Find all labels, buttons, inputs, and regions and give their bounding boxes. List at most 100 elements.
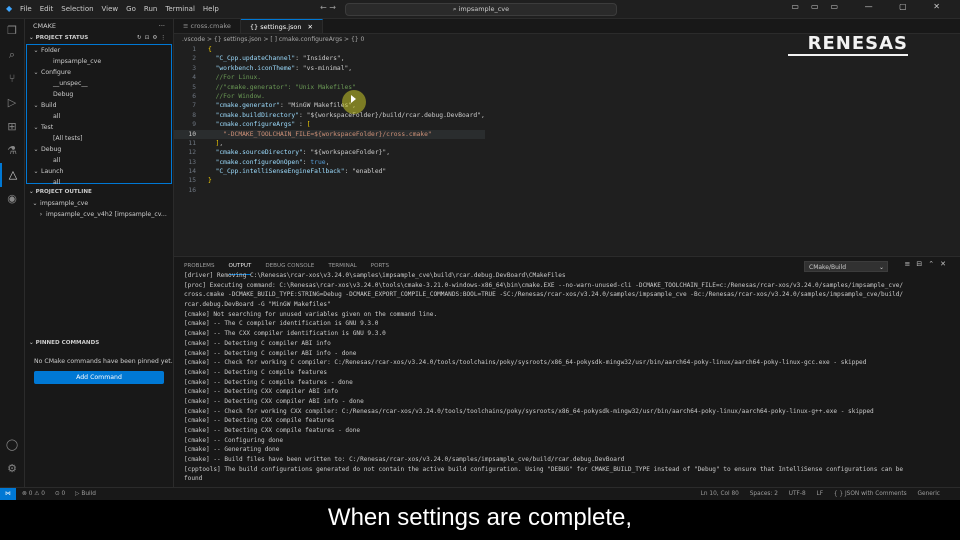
code-line[interactable]: 3 "workbench.iconTheme": "vs-minimal", [174,64,485,73]
status-ports[interactable]: ⊙ 0 [55,491,65,497]
line-number: 16 [188,186,196,194]
code-line[interactable]: 7 "cmake.generator": "MinGW Makefiles", [174,101,485,110]
status-problems[interactable]: ⊗ 0 ⚠ 0 [22,491,45,497]
testing-icon[interactable]: ⚗ [0,139,24,163]
code-line[interactable]: 9 "cmake.configureArgs" : [ [174,120,485,129]
output-line: [cmake] -- Build files have been written… [184,456,625,464]
code-text: "cmake.configureOnOpen": true, [215,158,330,166]
status-tree-label: all [53,157,61,164]
line-number: 9 [192,121,196,129]
line-number: 15 [188,177,196,185]
status-tree-label: Folder [41,47,61,54]
status-eol[interactable]: LF [816,491,823,497]
add-command-button[interactable]: Add Command [34,371,164,384]
code-line[interactable]: 4 //For Linux. [174,73,485,82]
menu-terminal[interactable]: Terminal [165,5,195,13]
code-text: //For Linux. [208,74,262,82]
explorer-icon[interactable]: ❐ [0,19,24,43]
status-tree-item[interactable]: __unspec__ [27,78,171,89]
status-tree-label: Test [41,124,54,131]
menu-view[interactable]: View [102,5,119,13]
outline-tree-label: impsample_cve [40,200,89,207]
window-controls-icon[interactable]: ▭▭▭ — ▢ ✕ [791,2,952,11]
status-indentation[interactable]: Spaces: 2 [750,491,778,497]
code-line[interactable]: 12 "cmake.sourceDirectory": "${workspace… [174,148,485,157]
editor-area: ≡ cross.cmake {} settings.json ✕ .vscode … [174,19,960,255]
status-tree-label: Debug [41,146,62,153]
account-icon[interactable]: ◯ [0,433,24,457]
chevron-down-icon: ⌄ [33,47,39,54]
status-build[interactable]: ▷ Build [75,491,96,497]
menu-edit[interactable]: Edit [40,5,54,13]
more-actions-icon[interactable]: ··· [159,19,165,33]
outline-tree-item[interactable]: ⌄ impsample_cve [25,198,173,209]
status-language[interactable]: { } JSON with Comments [834,491,907,497]
status-tree-item[interactable]: ⌄ Debug [27,144,171,155]
status-tree-item[interactable]: ⌄ Configure [27,67,171,78]
code-line[interactable]: 2 "C_Cpp.updateChannel": "Insiders", [174,54,485,63]
menu-bar: File Edit Selection View Go Run Terminal Help [20,5,227,13]
source-control-icon[interactable]: ⑂ [0,67,24,91]
code-line[interactable]: 11 ], [174,139,485,148]
pinned-empty-message: No CMake commands have been pinned yet. [34,358,173,365]
command-center-search[interactable]: ⌕ impsample_cve [345,3,617,16]
code-text: "C_Cpp.updateChannel": "Insiders", [215,55,345,63]
code-line[interactable]: 5 //"cmake.generator": "Unix Makefiles" [174,83,485,92]
cmake-icon[interactable]: △ [0,163,24,187]
renesas-logo: RENESAS [807,33,908,54]
menu-selection[interactable]: Selection [61,5,93,13]
code-line[interactable]: 15} [174,176,485,185]
code-text: "cmake.buildDirectory": "${workspaceFold… [215,111,485,119]
line-number: 6 [192,92,196,100]
search-icon[interactable]: ⌕ [0,43,24,67]
chevron-down-icon: ⌄ [29,35,36,41]
code-line[interactable]: 1{ [174,45,485,54]
nav-arrows-icon[interactable]: ← → [320,3,336,12]
code-text: "workbench.iconTheme": "vs-minimal", [215,64,353,72]
status-tree-item[interactable]: Debug [27,89,171,100]
status-tree-item[interactable]: all [27,155,171,166]
status-tree-label: Configure [41,69,71,76]
menu-run[interactable]: Run [144,5,157,13]
status-encoding[interactable]: UTF-8 [789,491,806,497]
project-outline-header[interactable]: ⌄ PROJECT OUTLINE [25,187,173,198]
status-tree-item[interactable]: ⌄ Build [27,100,171,111]
project-status-toolbar-icons[interactable]: ↻⊡⚙⋮ [137,33,169,44]
file-icon: ≡ [183,22,191,30]
status-tree-item[interactable]: ⌄ Folder [27,45,171,56]
output-log[interactable]: [driver] Removing C:\Renesas\rcar-xos\v3… [184,271,954,484]
status-config[interactable]: Generic [918,491,940,497]
code-line[interactable]: 13 "cmake.configureOnOpen": true, [174,158,485,167]
run-debug-icon[interactable]: ▷ [0,91,24,115]
status-cursor-position[interactable]: Ln 10, Col 80 [701,491,739,497]
cpp-icon[interactable]: ◉ [0,187,24,211]
menu-go[interactable]: Go [126,5,136,13]
settings-gear-icon[interactable]: ⚙ [0,457,24,481]
extensions-icon[interactable]: ⊞ [0,115,24,139]
output-line: [cmake] -- Configuring done [184,436,284,444]
tab-cross-cmake[interactable]: ≡ cross.cmake [174,19,241,33]
output-line: found [184,475,203,483]
status-tree-item[interactable]: impsample_cve [27,56,171,67]
status-tree-item[interactable]: ⌄ Test [27,122,171,133]
tab-settings-json[interactable]: {} settings.json ✕ [240,19,323,33]
panel-toolbar-icons[interactable]: ≡⊟⌃✕ [905,260,952,268]
line-number: 2 [192,55,196,63]
status-tree-item[interactable]: [All tests] [27,133,171,144]
code-line[interactable]: 10 "-DCMAKE_TOOLCHAIN_FILE=${workspaceFo… [174,129,485,139]
code-line[interactable]: 8 "cmake.buildDirectory": "${workspaceFo… [174,111,485,120]
code-line[interactable]: 16 [174,186,485,195]
close-icon[interactable]: ✕ [307,23,312,31]
line-number: 8 [192,111,196,119]
code-line[interactable]: 14 "C_Cpp.intelliSenseEngineFallback": "… [174,167,485,176]
outline-tree-item[interactable]: › impsample_cve_v4h2 [impsample_cv... [25,209,173,220]
menu-help[interactable]: Help [203,5,219,13]
status-tree-item[interactable]: all [27,111,171,122]
status-tree-item[interactable]: ⌄ Launch [27,166,171,177]
code-editor[interactable]: 1{2 "C_Cpp.updateChannel": "Insiders", 3 … [174,45,485,195]
pinned-commands-header[interactable]: ⌄ PINNED COMMANDS [25,338,173,349]
code-line[interactable]: 6 //For Window. [174,92,485,101]
project-status-header[interactable]: ⌄ PROJECT STATUS ↻⊡⚙⋮ [25,33,173,44]
menu-file[interactable]: File [20,5,32,13]
output-line: [cmake] -- Detecting CXX compile feature… [184,427,361,434]
